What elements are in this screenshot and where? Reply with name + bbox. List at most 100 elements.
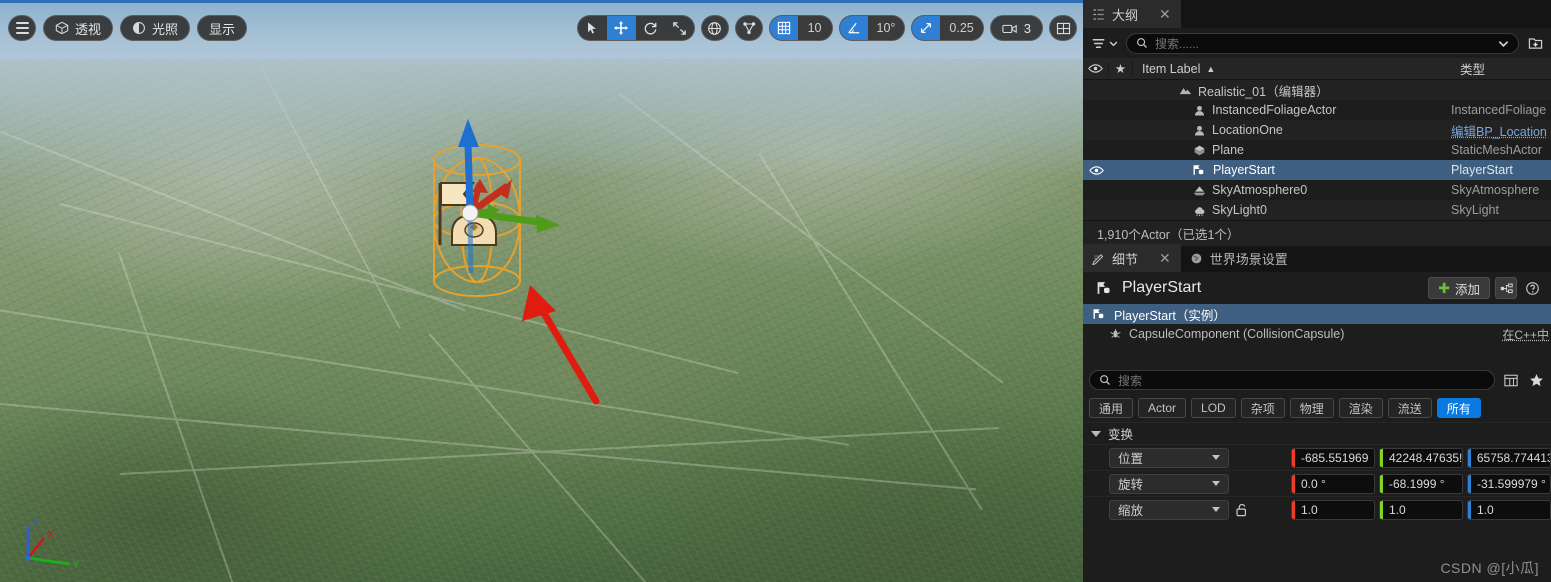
- filter-chip-all[interactable]: 所有: [1436, 398, 1481, 418]
- row-label-text: SkyAtmosphere0: [1212, 183, 1308, 197]
- viewport-layout-button[interactable]: [1049, 15, 1077, 41]
- rotate-tool-button[interactable]: [636, 16, 665, 40]
- column-item-label[interactable]: Item Label ▲: [1133, 62, 1451, 76]
- filter-chip-rendering[interactable]: 渲染: [1338, 398, 1383, 418]
- filter-chip-physics[interactable]: 物理: [1289, 398, 1334, 418]
- row-label-text: InstancedFoliageActor: [1212, 103, 1337, 117]
- actor-icon: [1194, 125, 1205, 136]
- open-in-cpp-link[interactable]: 在C++中: [1502, 326, 1551, 343]
- scale-label-dropdown[interactable]: 缩放: [1109, 499, 1229, 520]
- angle-snap-value[interactable]: 10°: [867, 16, 905, 40]
- grid-snap-value[interactable]: 10: [797, 16, 832, 40]
- row-type-cell: SkyAtmosphere: [1451, 183, 1540, 197]
- coordinate-system-button[interactable]: [700, 15, 729, 41]
- favorite-icon: [1529, 373, 1543, 386]
- filter-chip-streaming[interactable]: 流送: [1387, 398, 1432, 418]
- tab-details[interactable]: 细节 ✕: [1083, 244, 1181, 272]
- tab-details-label: 细节: [1112, 251, 1139, 267]
- details-column-settings-button[interactable]: [1501, 370, 1521, 390]
- help-button[interactable]: [1521, 277, 1543, 299]
- lighting-mode-button[interactable]: 光照: [120, 15, 191, 41]
- row-visibility-toggle[interactable]: [1083, 165, 1109, 176]
- skylight-icon: [1195, 206, 1205, 216]
- transform-section-header[interactable]: 变换: [1083, 422, 1551, 444]
- column-pinned[interactable]: ★: [1109, 61, 1133, 76]
- scale-snap-icon[interactable]: [912, 16, 941, 40]
- outliner-row-foliage[interactable]: InstancedFoliageActor InstancedFoliage: [1083, 100, 1551, 120]
- scale-lock-toggle[interactable]: [1229, 503, 1253, 517]
- viewport-menu-button[interactable]: [8, 15, 36, 41]
- perspective-label: 透视: [75, 21, 102, 37]
- axis-label-x: X: [47, 529, 55, 541]
- outliner-icon: [1093, 8, 1104, 20]
- scale-x-field[interactable]: 1.0: [1291, 499, 1375, 520]
- open-blueprint-button[interactable]: [1495, 277, 1517, 299]
- surface-snapping-button[interactable]: [734, 15, 763, 41]
- move-tool-button[interactable]: [606, 16, 636, 40]
- component-row-capsule[interactable]: CapsuleComponent (CollisionCapsule) 在C++…: [1083, 324, 1551, 344]
- outliner-row-skylight[interactable]: SkyLight0 SkyLight: [1083, 200, 1551, 220]
- scale-snap-control[interactable]: 0.25: [911, 15, 984, 41]
- surface-snap-icon: [742, 22, 755, 35]
- level-viewport[interactable]: 透视 光照 显示 10 10° 0.25 3 Z X Y: [0, 0, 1083, 582]
- outliner-row-plane[interactable]: Plane StaticMeshActor: [1083, 140, 1551, 160]
- angle-icon[interactable]: [839, 16, 868, 40]
- chevron-down-icon[interactable]: [1498, 38, 1509, 49]
- blueprint-icon: [1500, 283, 1513, 293]
- row-label-text: PlayerStart: [1213, 163, 1275, 177]
- grid-icon[interactable]: [769, 16, 798, 40]
- scale-snap-value[interactable]: 0.25: [940, 16, 983, 40]
- row-type-cell: InstancedFoliage: [1451, 103, 1547, 117]
- outliner-row-skyatmosphere[interactable]: SkyAtmosphere0 SkyAtmosphere: [1083, 180, 1551, 200]
- tab-details-close[interactable]: ✕: [1159, 250, 1171, 267]
- location-z-field[interactable]: 65758.774413: [1467, 447, 1551, 468]
- filter-chip-lod[interactable]: LOD: [1191, 398, 1236, 418]
- rotation-label-dropdown[interactable]: 旋转: [1109, 473, 1229, 494]
- outliner-row-locationone[interactable]: LocationOne 编辑BP_Location: [1083, 120, 1551, 140]
- outliner-row-level[interactable]: Realistic_01（编辑器）: [1083, 80, 1551, 100]
- angle-snap-control[interactable]: 10°: [838, 15, 906, 41]
- filter-chip-general[interactable]: 通用: [1089, 398, 1134, 418]
- location-y-field[interactable]: 42248.47635!: [1379, 447, 1463, 468]
- add-folder-icon: [1528, 38, 1542, 49]
- show-flags-button[interactable]: 显示: [197, 15, 248, 41]
- outliner-row-playerstart[interactable]: PlayerStart PlayerStart: [1083, 160, 1551, 180]
- select-tool-button[interactable]: [578, 16, 607, 40]
- details-favorite-button[interactable]: [1527, 373, 1545, 388]
- scale-tool-button[interactable]: [665, 16, 694, 40]
- tab-world-settings[interactable]: 世界场景设置: [1181, 244, 1298, 272]
- hamburger-icon: [15, 22, 29, 34]
- filter-chip-actor[interactable]: Actor: [1138, 398, 1187, 418]
- row-type-blueprint-link[interactable]: 编辑BP_Location: [1451, 121, 1551, 140]
- moon-icon: [133, 22, 145, 34]
- tab-outliner[interactable]: 大纲 ✕: [1083, 0, 1181, 28]
- search-icon: [1100, 375, 1110, 385]
- view-mode-perspective-button[interactable]: 透视: [43, 15, 114, 41]
- rotation-z-field[interactable]: -31.599979 °: [1467, 473, 1551, 494]
- location-x-field[interactable]: -685.551969: [1291, 447, 1375, 468]
- details-search-placeholder: 搜索: [1118, 373, 1143, 388]
- outliner-add-folder-button[interactable]: [1525, 33, 1545, 53]
- rotation-y-field[interactable]: -68.1999 °: [1379, 473, 1463, 494]
- location-fields: -685.551969 42248.47635! 65758.774413: [1291, 447, 1551, 468]
- viewport-axis-indicator: Z X Y: [25, 519, 80, 570]
- column-type[interactable]: 类型: [1451, 59, 1551, 78]
- outliner-filter-button[interactable]: [1089, 36, 1120, 51]
- camera-speed-control[interactable]: 3: [989, 15, 1043, 41]
- component-row-playerstart-instance[interactable]: PlayerStart（实例）: [1083, 304, 1551, 324]
- grid-snap-control[interactable]: 10: [768, 15, 833, 41]
- tab-outliner-close[interactable]: ✕: [1159, 6, 1171, 23]
- transform-row-scale: 缩放 1.0 1.0 1.0: [1083, 496, 1551, 522]
- location-label-dropdown[interactable]: 位置: [1109, 447, 1229, 468]
- rotation-x-field[interactable]: 0.0 °: [1291, 473, 1375, 494]
- row-label-text: Plane: [1212, 143, 1244, 157]
- outliner-search-placeholder: 搜索......: [1155, 36, 1200, 51]
- filter-chip-misc[interactable]: 杂项: [1240, 398, 1285, 418]
- column-visibility[interactable]: [1083, 63, 1109, 74]
- details-search-input[interactable]: 搜索: [1089, 370, 1495, 390]
- add-component-button[interactable]: ✚ 添加: [1428, 277, 1490, 299]
- scale-z-field[interactable]: 1.0: [1467, 499, 1551, 520]
- row-label-cell: SkyAtmosphere0: [1133, 183, 1451, 197]
- outliner-search-input[interactable]: 搜索......: [1126, 32, 1519, 54]
- scale-y-field[interactable]: 1.0: [1379, 499, 1463, 520]
